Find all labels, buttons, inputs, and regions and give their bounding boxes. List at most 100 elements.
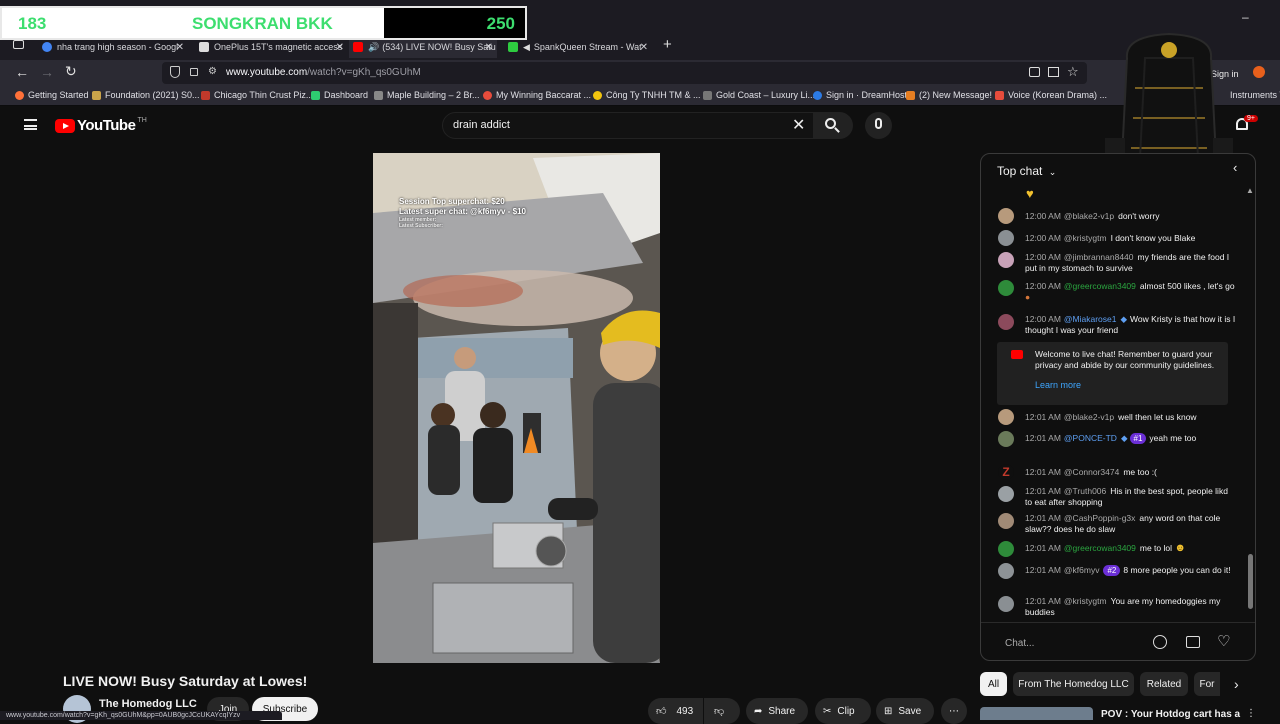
bookmark-item[interactable]: Maple Building – 2 Br...: [374, 90, 480, 100]
emoji-picker-icon[interactable]: [1153, 635, 1167, 649]
more-actions-button[interactable]: ⋯: [941, 698, 967, 724]
bookmark-star-icon[interactable]: ☆: [1067, 64, 1079, 80]
video-frame-image: [373, 153, 660, 663]
overlay-title: SONGKRAN BKK: [192, 14, 333, 33]
shield-icon[interactable]: [170, 66, 180, 78]
dislike-button[interactable]: 👎︎: [704, 698, 740, 724]
channel-name[interactable]: The Homedog LLC: [99, 698, 197, 710]
bookmark-item[interactable]: Dashboard: [311, 90, 368, 100]
like-button[interactable]: 👍︎ 493: [648, 698, 703, 724]
youtube-play-icon: [55, 118, 75, 133]
avatar[interactable]: [998, 596, 1014, 612]
chat-message: 12:00 AM @blake2-v1p don't worry: [1025, 211, 1160, 221]
heart-react-icon[interactable]: ♡: [1217, 632, 1230, 650]
video-title: LIVE NOW! Busy Saturday at Lowes!: [63, 673, 308, 689]
avatar[interactable]: [998, 563, 1014, 579]
permissions-icon[interactable]: ⚙: [208, 66, 217, 77]
tab-label: (534) LIVE NOW! Busy Satu: [382, 42, 496, 52]
avatar[interactable]: [998, 280, 1014, 296]
bookmark-favicon-icon: [906, 90, 915, 100]
bookmark-item[interactable]: Công Ty TNHH TM & ...: [593, 90, 701, 100]
back-icon[interactable]: ←: [15, 64, 29, 80]
kick-favicon-icon: [508, 42, 518, 52]
close-tab-icon[interactable]: ✕: [176, 42, 184, 53]
url-path: /watch?v=gKh_qs0GUhM: [307, 67, 421, 78]
close-tab-icon[interactable]: ✕: [640, 42, 648, 53]
avatar[interactable]: [998, 208, 1014, 224]
avatar[interactable]: [998, 541, 1014, 557]
reader-view-icon[interactable]: [1048, 67, 1059, 77]
learn-more-link[interactable]: Learn more: [1035, 380, 1081, 390]
bookmark-item[interactable]: Voice (Korean Drama) ...: [995, 90, 1107, 100]
collapse-chat-icon[interactable]: ‹: [1233, 160, 1237, 175]
chat-message: 12:01 AM @kf6myv #2 8 more people you can d…: [1025, 565, 1231, 576]
scroll-up-icon[interactable]: ▲: [1246, 186, 1254, 195]
tab-spankqueen[interactable]: ◀ SpankQueen Stream - Wat ✕: [508, 36, 648, 58]
like-count: 493: [676, 705, 694, 717]
bookmark-favicon-icon: [995, 90, 1004, 100]
chip-from-channel[interactable]: From The Homedog LLC: [1013, 672, 1134, 696]
extension-icon[interactable]: [1253, 66, 1265, 78]
bookmark-item[interactable]: Foundation (2021) S0...: [92, 90, 200, 100]
thumbs-down-icon: 👎︎: [714, 706, 725, 717]
chat-message: 12:00 AM @greercowan3409 almost 500 likes …: [1025, 281, 1235, 302]
related-video-title[interactable]: POV : Your Hotdog cart has a: [1101, 709, 1240, 720]
welcome-text: Welcome to live chat! Remember to guard …: [1035, 349, 1215, 370]
avatar[interactable]: Z: [998, 464, 1014, 480]
speaker-icon[interactable]: 🔊: [368, 42, 379, 53]
youtube-country-code: TH: [137, 117, 147, 124]
bookmark-item[interactable]: (2) New Message!: [906, 90, 992, 100]
tab-list-icon[interactable]: [13, 40, 24, 49]
hotdog-emoji-icon: ●: [1025, 292, 1031, 302]
bookmark-item[interactable]: Gold Coast – Luxury Li...: [703, 90, 815, 100]
chat-input-divider: [981, 622, 1255, 623]
chevron-down-icon: ⌄: [1048, 167, 1057, 177]
chat-input[interactable]: Chat...: [1005, 638, 1034, 649]
overlay-right-count: 250: [486, 14, 515, 33]
youtube-favicon-icon: [353, 42, 363, 52]
bookmark-item[interactable]: Chicago Thin Crust Piz...: [201, 90, 313, 100]
avatar[interactable]: [998, 252, 1014, 268]
menu-icon[interactable]: [24, 119, 37, 130]
chat-scrollbar[interactable]: [1248, 554, 1253, 609]
speaker-icon[interactable]: ◀: [523, 42, 530, 53]
chat-message: 12:00 AM @Miakarose1 ◆ Wow Kristy is that h…: [1025, 314, 1236, 335]
super-chat-icon[interactable]: [1186, 636, 1200, 648]
reload-icon[interactable]: ↻: [65, 63, 77, 80]
lock-icon[interactable]: [190, 68, 198, 76]
forward-icon[interactable]: →: [40, 64, 54, 80]
bookmark-item[interactable]: My Winning Baccarat ...: [483, 90, 591, 100]
save-playlist-icon: ⊞: [884, 705, 893, 717]
related-more-icon[interactable]: ⋮: [1246, 708, 1256, 719]
chip-all[interactable]: All: [980, 672, 1007, 696]
chat-mode-dropdown[interactable]: Top chat ⌄: [997, 164, 1056, 178]
avatar[interactable]: [998, 230, 1014, 246]
clip-button[interactable]: ✂ Clip: [815, 698, 871, 724]
avatar[interactable]: [998, 314, 1014, 330]
clear-search-icon[interactable]: ✕: [792, 115, 805, 135]
new-tab-icon[interactable]: +: [663, 36, 672, 53]
bookmark-favicon-icon: [374, 90, 383, 100]
share-button[interactable]: ➦ Share: [746, 698, 808, 724]
youtube-logo[interactable]: YouTube TH: [55, 117, 147, 134]
live-chat-panel: Top chat ⌄ ♥ 12:00 AM @blake2-v1p don't wo…: [980, 153, 1256, 661]
avatar[interactable]: [998, 431, 1014, 447]
chip-for-you[interactable]: For: [1194, 672, 1220, 696]
chevron-right-icon[interactable]: ›: [1234, 676, 1239, 692]
bookmark-item[interactable]: Sign in · DreamHost: [813, 90, 907, 100]
window-minimize-icon[interactable]: –: [1242, 10, 1249, 24]
more-icon: ⋯: [949, 705, 959, 717]
bookmark-item[interactable]: Instruments T: [1230, 90, 1280, 100]
close-tab-icon[interactable]: ✕: [336, 42, 344, 53]
chip-related[interactable]: Related: [1140, 672, 1188, 696]
bookmark-item[interactable]: Getting Started: [15, 90, 89, 100]
video-player[interactable]: Session Top superchat: $20 Latest super …: [373, 153, 660, 663]
avatar[interactable]: [998, 409, 1014, 425]
close-tab-icon[interactable]: ✕: [485, 42, 493, 53]
chat-message: 12:00 AM @jimbrannan8440 my friends are th…: [1025, 252, 1230, 273]
related-video-thumbnail[interactable]: [980, 707, 1093, 720]
avatar[interactable]: [998, 486, 1014, 502]
save-button[interactable]: ⊞ Save: [876, 698, 934, 724]
avatar[interactable]: [998, 513, 1014, 529]
screenshot-icon[interactable]: [1029, 67, 1040, 77]
